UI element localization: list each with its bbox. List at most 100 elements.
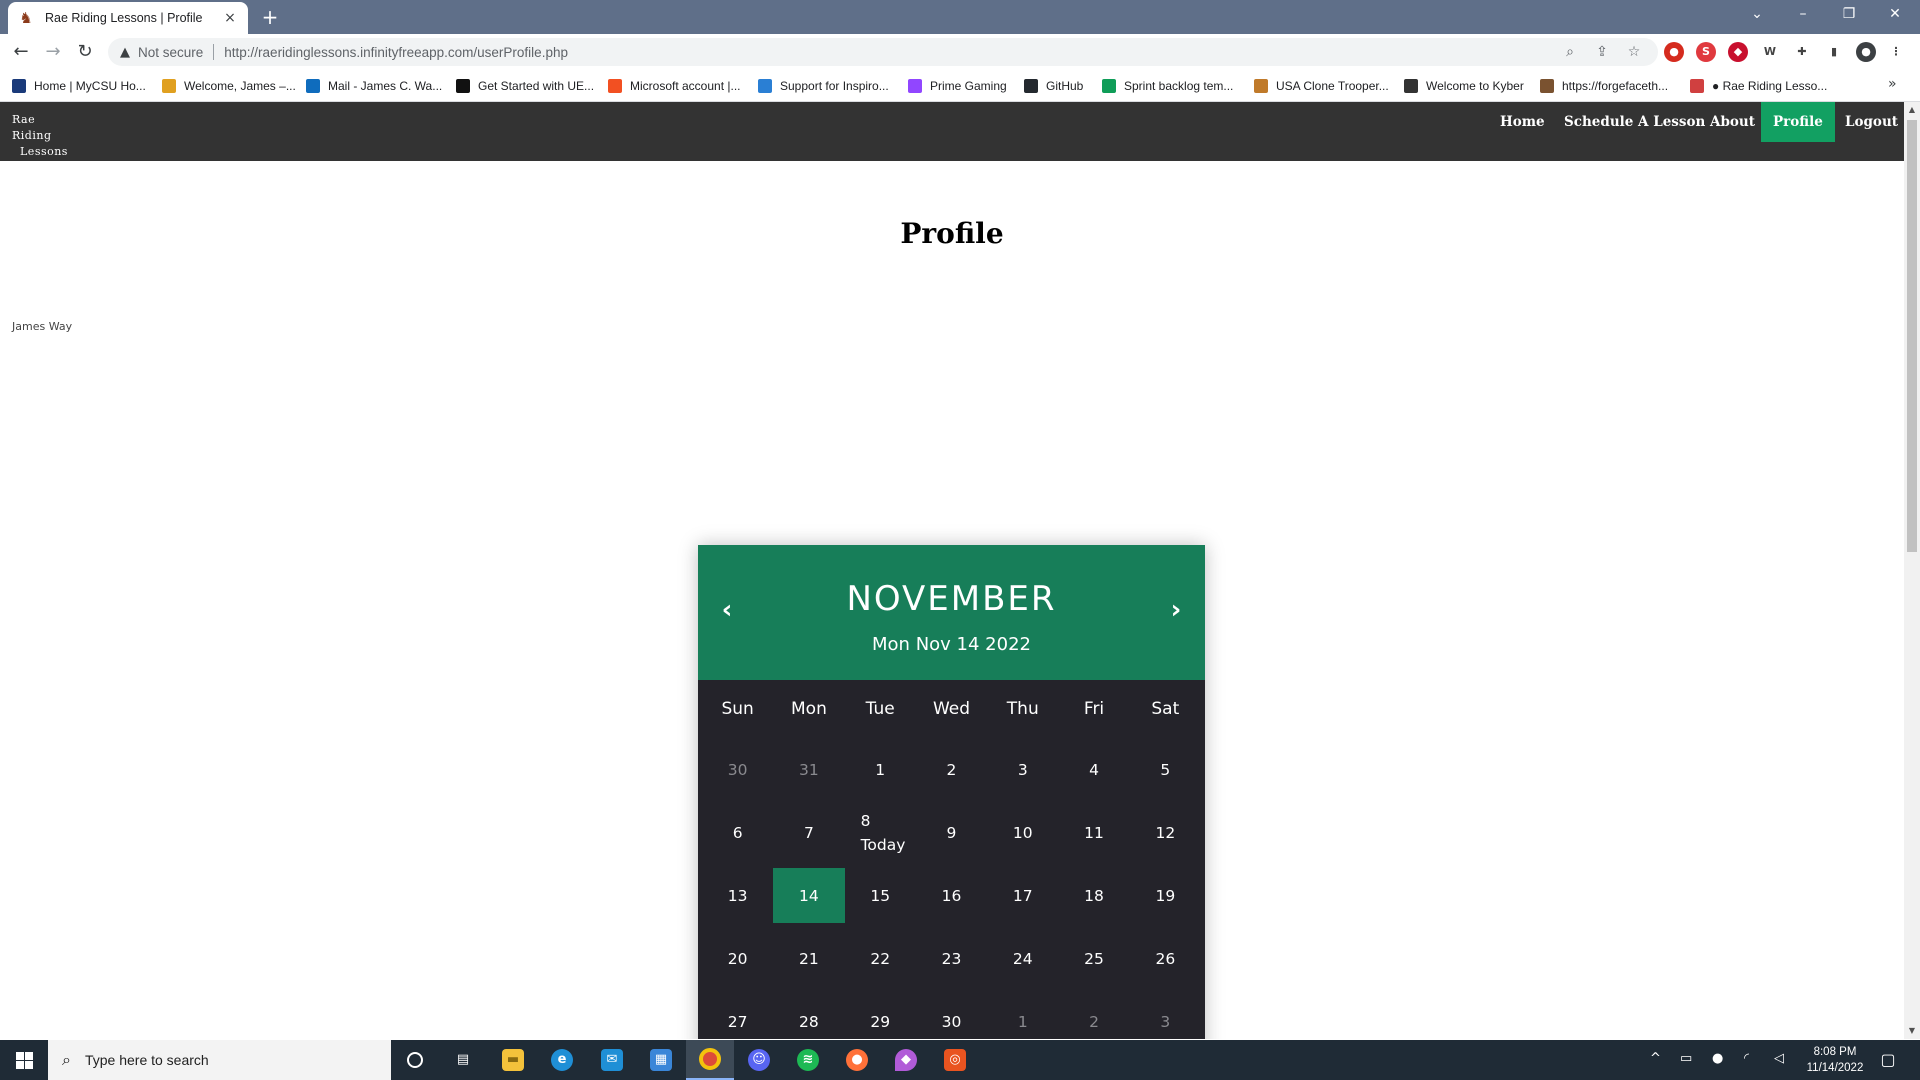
scrollbar-thumb[interactable]: [1907, 120, 1917, 552]
nav-link-home[interactable]: Home: [1488, 102, 1557, 142]
bookmark-item[interactable]: Mail - James C. Wa...: [306, 77, 442, 95]
taskbar-search-box[interactable]: ⌕ Type here to search: [48, 1040, 391, 1080]
reload-button[interactable]: ↻: [72, 39, 98, 65]
calendar-day[interactable]: 3: [1130, 994, 1201, 1039]
url-text[interactable]: http://raeridinglessons.infinityfreeapp.…: [224, 45, 568, 60]
forward-button[interactable]: →: [40, 39, 66, 65]
close-tab-icon[interactable]: ×: [222, 10, 238, 26]
calendar-day[interactable]: 19: [1130, 868, 1201, 923]
network-icon[interactable]: ◜: [1744, 1051, 1749, 1066]
not-secure-label[interactable]: Not secure: [138, 45, 203, 60]
spotify-icon[interactable]: ≋: [784, 1040, 832, 1080]
bookmark-item[interactable]: Sprint backlog tem...: [1102, 77, 1233, 95]
zoom-icon[interactable]: ⌕: [1560, 42, 1580, 62]
calendar-day[interactable]: 12: [1130, 805, 1201, 860]
calendar-day[interactable]: 2: [916, 742, 987, 797]
calendar-day-selected[interactable]: 14: [773, 868, 845, 923]
calendar-day[interactable]: 3: [987, 742, 1058, 797]
extensions-puzzle-icon[interactable]: ✚: [1792, 42, 1812, 62]
calendar-day[interactable]: 26: [1130, 931, 1201, 986]
side-panel-icon[interactable]: ▮: [1824, 42, 1844, 62]
bookmarks-overflow-icon[interactable]: »: [1888, 76, 1897, 92]
calendar-day-today[interactable]: 8 Today: [845, 805, 916, 860]
calendar-day[interactable]: 30: [916, 994, 987, 1039]
start-button[interactable]: [0, 1040, 48, 1080]
tray-overflow-chevron-icon[interactable]: ^: [1650, 1051, 1661, 1066]
browser-menu-icon[interactable]: ⋮: [1886, 42, 1906, 62]
calendar-day[interactable]: 4: [1058, 742, 1129, 797]
next-month-chevron-icon[interactable]: ›: [1161, 595, 1191, 625]
bookmark-item[interactable]: Home | MyCSU Ho...: [12, 77, 146, 95]
notifications-icon[interactable]: ▢: [1876, 1048, 1900, 1072]
calendar-day[interactable]: 11: [1058, 805, 1129, 860]
site-logo[interactable]: Rae Riding Lessons: [12, 112, 74, 158]
calendar-day[interactable]: 10: [987, 805, 1058, 860]
bookmark-item[interactable]: Welcome, James –...: [162, 77, 296, 95]
calendar-day[interactable]: 30: [702, 742, 773, 797]
nav-link-schedule-a-lesson[interactable]: Schedule A Lesson: [1552, 102, 1717, 142]
cortana-icon[interactable]: [391, 1040, 439, 1080]
calendar-day[interactable]: 6: [702, 805, 773, 860]
adblock-extension-icon[interactable]: ●: [1664, 42, 1684, 62]
calendar-day[interactable]: 17: [987, 868, 1058, 923]
battery-icon[interactable]: ▭: [1680, 1051, 1692, 1066]
bookmark-item[interactable]: GitHub: [1024, 77, 1083, 95]
bookmark-item[interactable]: Support for Inspiro...: [758, 77, 889, 95]
address-bar[interactable]: ▲ Not secure http://raeridinglessons.inf…: [108, 38, 1658, 66]
bookmark-item[interactable]: USA Clone Trooper...: [1254, 77, 1389, 95]
edge-icon[interactable]: e: [538, 1040, 586, 1080]
calendar-day[interactable]: 7: [773, 805, 844, 860]
calendar-day[interactable]: 13: [702, 868, 773, 923]
calendar-day[interactable]: 31: [773, 742, 844, 797]
minimize-button[interactable]: –: [1780, 0, 1826, 30]
volume-icon[interactable]: ◁: [1774, 1051, 1784, 1066]
bookmark-item[interactable]: https://forgefaceth...: [1540, 77, 1668, 95]
nav-link-profile[interactable]: Profile: [1761, 102, 1835, 142]
calendar-day[interactable]: 1: [845, 742, 916, 797]
discord-icon[interactable]: ☺: [735, 1040, 783, 1080]
calendar-day[interactable]: 15: [845, 868, 916, 923]
calendar-day[interactable]: 18: [1058, 868, 1129, 923]
tray-app-icon[interactable]: ●: [1712, 1051, 1723, 1066]
calendar-day[interactable]: 28: [773, 994, 844, 1039]
back-button[interactable]: ←: [8, 39, 34, 65]
chrome-icon[interactable]: [686, 1040, 734, 1080]
bookmark-star-icon[interactable]: ☆: [1624, 42, 1644, 62]
task-view-icon[interactable]: ▤: [439, 1040, 487, 1080]
calendar-day[interactable]: 24: [987, 931, 1058, 986]
calendar-day[interactable]: 2: [1058, 994, 1129, 1039]
scroll-up-arrow-icon[interactable]: ▲: [1904, 102, 1920, 118]
calendar-day[interactable]: 27: [702, 994, 773, 1039]
shield-extension-icon[interactable]: ◆: [1728, 42, 1748, 62]
bookmark-item[interactable]: Welcome to Kyber: [1404, 77, 1524, 95]
tab-search-icon[interactable]: ⌄: [1734, 0, 1780, 30]
restore-button[interactable]: ❐: [1826, 0, 1872, 30]
close-window-button[interactable]: ✕: [1872, 0, 1918, 30]
calendar-day[interactable]: 22: [845, 931, 916, 986]
profile-avatar-icon[interactable]: ●: [1856, 42, 1876, 62]
bookmark-item[interactable]: Prime Gaming: [908, 77, 1007, 95]
calendar-day[interactable]: 29: [845, 994, 916, 1039]
nav-link-logout[interactable]: Logout: [1833, 102, 1910, 142]
ubuntu-icon[interactable]: ◎: [931, 1040, 979, 1080]
calendar-day[interactable]: 9: [916, 805, 987, 860]
drop-app-icon[interactable]: ◆: [882, 1040, 930, 1080]
firefox-icon[interactable]: ●: [833, 1040, 881, 1080]
browser-tab[interactable]: ♞ Rae Riding Lessons | Profile ×: [8, 2, 248, 34]
scroll-down-arrow-icon[interactable]: ▼: [1904, 1023, 1920, 1039]
mail-icon[interactable]: ✉: [588, 1040, 636, 1080]
honey-extension-icon[interactable]: W: [1760, 42, 1780, 62]
calendar-day[interactable]: 25: [1058, 931, 1129, 986]
store-icon[interactable]: ▦: [637, 1040, 685, 1080]
calendar-day[interactable]: 21: [773, 931, 844, 986]
nav-link-about[interactable]: About: [1698, 102, 1767, 142]
taskbar-clock[interactable]: 8:08 PM 11/14/2022: [1800, 1044, 1870, 1076]
lastpass-extension-icon[interactable]: S: [1696, 42, 1716, 62]
bookmark-item[interactable]: Microsoft account |...: [608, 77, 741, 95]
calendar-day[interactable]: 23: [916, 931, 987, 986]
calendar-day[interactable]: 16: [916, 868, 987, 923]
share-icon[interactable]: ⇪: [1592, 42, 1612, 62]
calendar-day[interactable]: 5: [1130, 742, 1201, 797]
new-tab-button[interactable]: +: [258, 4, 282, 30]
bookmark-item[interactable]: Get Started with UE...: [456, 77, 594, 95]
